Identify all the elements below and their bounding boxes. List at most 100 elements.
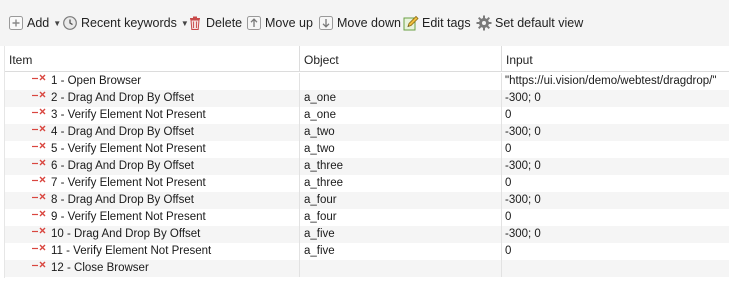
input-cell: -300; 0 <box>501 158 729 175</box>
recent-keywords-label: Recent keywords <box>81 16 177 30</box>
object-cell: a_five <box>299 243 501 260</box>
move-down-label: Move down <box>337 16 401 30</box>
input-cell: -300; 0 <box>501 226 729 243</box>
breakpoint-arrow-icon[interactable] <box>31 243 47 260</box>
add-button[interactable]: Add ▼ <box>8 13 61 33</box>
item-label: 7 - Verify Element Not Present <box>51 177 206 189</box>
item-cell: 4 - Drag And Drop By Offset <box>5 124 299 141</box>
object-cell <box>299 260 501 277</box>
object-cell: a_three <box>299 175 501 192</box>
column-header-object[interactable]: Object <box>300 46 501 71</box>
input-cell <box>501 260 729 277</box>
item-cell: 10 - Drag And Drop By Offset <box>5 226 299 243</box>
table-row[interactable]: 6 - Drag And Drop By Offset a_three -300… <box>5 158 729 175</box>
object-cell: a_three <box>299 158 501 175</box>
item-cell: 7 - Verify Element Not Present <box>5 175 299 192</box>
item-label: 8 - Drag And Drop By Offset <box>51 194 194 206</box>
steps-table: Item Object Input 1 - Open Browser "http… <box>4 46 729 278</box>
item-cell: 1 - Open Browser <box>5 73 299 90</box>
arrow-up-icon <box>246 15 262 31</box>
item-label: 3 - Verify Element Not Present <box>51 109 206 121</box>
input-cell: 0 <box>501 141 729 158</box>
delete-button[interactable]: Delete <box>187 13 242 33</box>
input-cell: -300; 0 <box>501 124 729 141</box>
item-label: 1 - Open Browser <box>51 75 142 87</box>
object-cell: a_one <box>299 107 501 124</box>
breakpoint-arrow-icon[interactable] <box>31 73 47 90</box>
breakpoint-arrow-icon[interactable] <box>31 192 47 209</box>
table-row[interactable]: 9 - Verify Element Not Present a_four 0 <box>5 209 729 226</box>
table-row[interactable]: 4 - Drag And Drop By Offset a_two -300; … <box>5 124 729 141</box>
input-cell: 0 <box>501 175 729 192</box>
column-header-input[interactable]: Input <box>502 46 729 71</box>
object-cell: a_one <box>299 90 501 107</box>
breakpoint-arrow-icon[interactable] <box>31 260 47 277</box>
object-cell <box>299 73 501 90</box>
input-cell: 0 <box>501 209 729 226</box>
arrow-down-icon <box>318 15 334 31</box>
table-header: Item Object Input <box>5 46 729 72</box>
table-row[interactable]: 11 - Verify Element Not Present a_five 0 <box>5 243 729 260</box>
item-label: 11 - Verify Element Not Present <box>51 245 212 257</box>
breakpoint-arrow-icon[interactable] <box>31 209 47 226</box>
delete-label: Delete <box>206 16 243 30</box>
move-down-button[interactable]: Move down <box>318 13 401 33</box>
breakpoint-arrow-icon[interactable] <box>31 175 47 192</box>
input-cell: -300; 0 <box>501 90 729 107</box>
breakpoint-arrow-icon[interactable] <box>31 158 47 175</box>
item-cell: 5 - Verify Element Not Present <box>5 141 299 158</box>
item-label: 9 - Verify Element Not Present <box>51 211 206 223</box>
object-cell: a_two <box>299 141 501 158</box>
move-up-button[interactable]: Move up <box>246 13 313 33</box>
item-cell: 8 - Drag And Drop By Offset <box>5 192 299 209</box>
object-cell: a_five <box>299 226 501 243</box>
edit-tags-button[interactable]: Edit tags <box>403 13 471 33</box>
object-cell: a_four <box>299 209 501 226</box>
move-up-label: Move up <box>265 16 313 30</box>
item-cell: 11 - Verify Element Not Present <box>5 243 299 260</box>
item-label: 12 - Close Browser <box>51 262 149 274</box>
table-row[interactable]: 7 - Verify Element Not Present a_three 0 <box>5 175 729 192</box>
table-row[interactable]: 5 - Verify Element Not Present a_two 0 <box>5 141 729 158</box>
item-label: 10 - Drag And Drop By Offset <box>51 228 201 240</box>
breakpoint-arrow-icon[interactable] <box>31 226 47 243</box>
column-header-item[interactable]: Item <box>5 46 299 71</box>
trash-icon <box>187 15 203 31</box>
table-row[interactable]: 10 - Drag And Drop By Offset a_five -300… <box>5 226 729 243</box>
table-row[interactable]: 8 - Drag And Drop By Offset a_four -300;… <box>5 192 729 209</box>
breakpoint-arrow-icon[interactable] <box>31 90 47 107</box>
item-label: 4 - Drag And Drop By Offset <box>51 126 194 138</box>
edit-icon <box>403 15 419 31</box>
add-label: Add <box>27 16 50 30</box>
item-label: 6 - Drag And Drop By Offset <box>51 160 194 172</box>
table-body: 1 - Open Browser "https://ui.vision/demo… <box>5 73 729 277</box>
item-cell: 3 - Verify Element Not Present <box>5 107 299 124</box>
breakpoint-arrow-icon[interactable] <box>31 124 47 141</box>
item-cell: 2 - Drag And Drop By Offset <box>5 90 299 107</box>
input-cell: 0 <box>501 107 729 124</box>
object-cell: a_two <box>299 124 501 141</box>
table-row[interactable]: 3 - Verify Element Not Present a_one 0 <box>5 107 729 124</box>
breakpoint-arrow-icon[interactable] <box>31 107 47 124</box>
history-icon <box>62 15 78 31</box>
gear-icon <box>476 15 492 31</box>
input-cell: -300; 0 <box>501 192 729 209</box>
breakpoint-arrow-icon[interactable] <box>31 141 47 158</box>
input-cell: 0 <box>501 243 729 260</box>
item-label: 5 - Verify Element Not Present <box>51 143 206 155</box>
toolbar: Add ▼ Recent keywords ▼ Delete Move up M… <box>0 0 729 46</box>
item-label: 2 - Drag And Drop By Offset <box>51 92 194 104</box>
input-cell: "https://ui.vision/demo/webtest/dragdrop… <box>501 73 729 90</box>
item-cell: 12 - Close Browser <box>5 260 299 277</box>
table-row[interactable]: 1 - Open Browser "https://ui.vision/demo… <box>5 73 729 90</box>
set-default-view-label: Set default view <box>495 16 584 30</box>
object-cell: a_four <box>299 192 501 209</box>
item-cell: 6 - Drag And Drop By Offset <box>5 158 299 175</box>
chevron-down-icon: ▼ <box>53 18 62 28</box>
table-row[interactable]: 12 - Close Browser <box>5 260 729 277</box>
recent-keywords-button[interactable]: Recent keywords ▼ <box>62 13 189 33</box>
set-default-view-button[interactable]: Set default view <box>476 13 583 33</box>
table-row[interactable]: 2 - Drag And Drop By Offset a_one -300; … <box>5 90 729 107</box>
add-icon <box>8 15 24 31</box>
edit-tags-label: Edit tags <box>422 16 471 30</box>
